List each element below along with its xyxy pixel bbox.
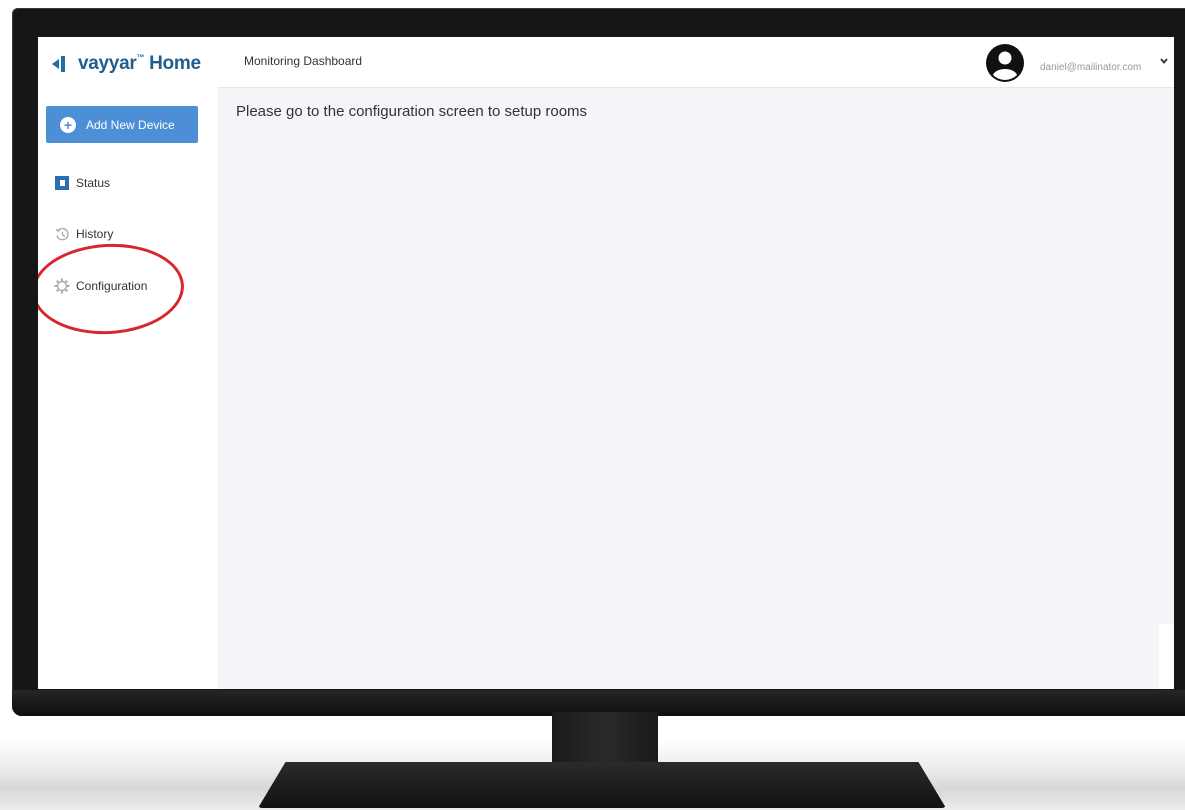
user-avatar-icon[interactable] xyxy=(986,44,1024,82)
sidebar-item-label: Status xyxy=(76,176,111,190)
setup-rooms-message: Please go to the configuration screen to… xyxy=(236,103,588,120)
status-icon xyxy=(54,175,70,191)
sidebar: vayyar™ Home + Add New Device Status His xyxy=(38,37,218,689)
history-icon xyxy=(54,226,70,242)
sidebar-item-configuration[interactable]: Configuration xyxy=(54,276,147,296)
brand-product: Home xyxy=(149,53,201,74)
brand-name: vayyar™ Home xyxy=(78,53,201,75)
brand-logo[interactable]: vayyar™ Home xyxy=(52,52,201,76)
page-title: Monitoring Dashboard xyxy=(244,54,363,68)
sidebar-item-history[interactable]: History xyxy=(54,224,113,244)
monitor-stand-neck xyxy=(552,712,658,764)
screen-edge-strip xyxy=(1159,624,1174,689)
brand-name-text: vayyar xyxy=(78,53,137,74)
monitor-stand-base xyxy=(258,762,946,808)
plus-circle-icon: + xyxy=(60,116,76,133)
gear-icon xyxy=(54,278,70,294)
chevron-down-icon[interactable] xyxy=(1158,55,1170,67)
user-email[interactable]: daniel@mailinator.com xyxy=(1040,62,1141,73)
brand-trademark: ™ xyxy=(136,53,145,62)
vayyar-logo-icon xyxy=(52,56,65,72)
add-new-device-label: Add New Device xyxy=(86,117,175,132)
top-bar: Monitoring Dashboard daniel@mailinator.c… xyxy=(218,37,1174,88)
sidebar-item-label: Configuration xyxy=(76,279,148,293)
sidebar-item-label: History xyxy=(76,227,114,241)
app-screen: vayyar™ Home + Add New Device Status His xyxy=(38,37,1174,689)
add-new-device-button[interactable]: + Add New Device xyxy=(46,106,198,143)
sidebar-item-status[interactable]: Status xyxy=(54,173,110,193)
